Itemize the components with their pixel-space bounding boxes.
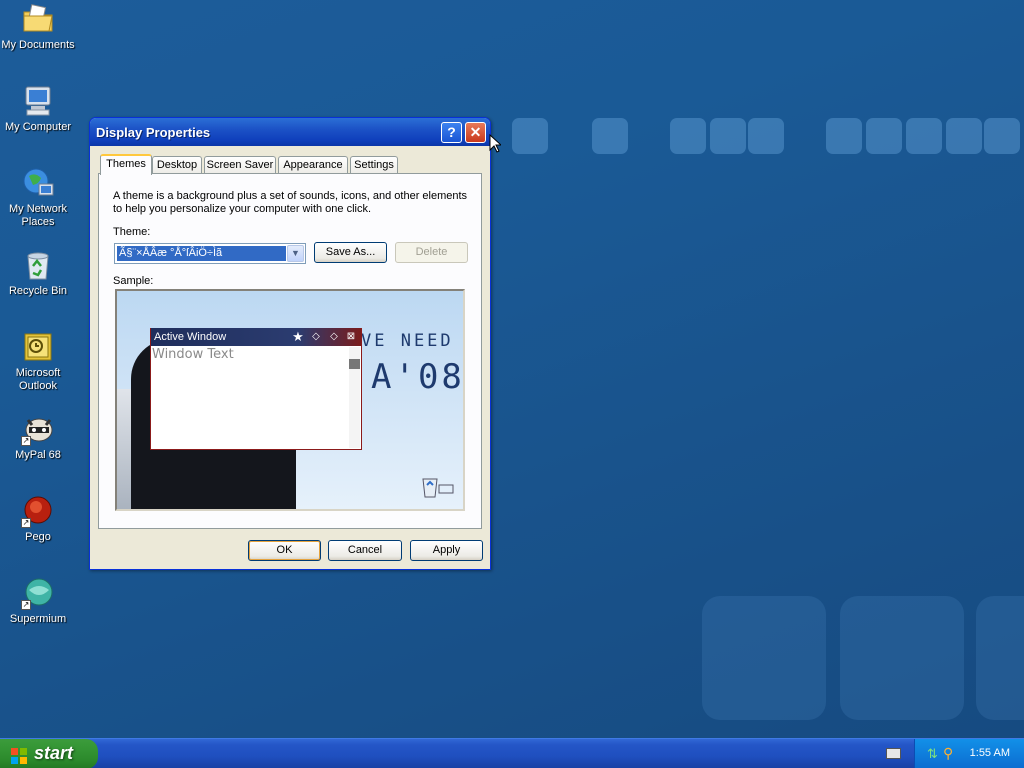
shortcut-arrow-icon: ↗ [21, 436, 31, 446]
star-icon: ★ [292, 329, 304, 344]
sample-scrollbar [349, 347, 360, 448]
dialog-body: Themes Desktop Screen Saver Appearance S… [93, 146, 487, 566]
desktop-icon-supermium[interactable]: ↗ Supermium [0, 576, 76, 626]
close-button[interactable]: ✕ [465, 122, 486, 143]
sample-window-text: Window Text [152, 347, 234, 362]
desktop-icon-label: My Network Places [8, 203, 68, 228]
tab-themes[interactable]: Themes [100, 154, 152, 175]
tab-appearance[interactable]: Appearance [278, 156, 348, 174]
tab-screen-saver[interactable]: Screen Saver [204, 156, 276, 174]
sample-window-titlebar: Active Window ★ ◇ ◇ ⊠ [151, 328, 361, 346]
themes-tab-panel: A theme is a background plus a set of so… [98, 173, 482, 529]
theme-dropdown-value: Ã§¨×ÅÂæ °Å°ſÂiÖ÷Ìã [117, 246, 286, 261]
keyboard-layout-icon[interactable] [886, 748, 901, 759]
desktop-icon-label: Pego [25, 531, 51, 543]
shortcut-arrow-icon: ↗ [21, 518, 31, 528]
tab-settings[interactable]: Settings [350, 156, 398, 174]
desktop-icon-mypal[interactable]: ↗ MyPal 68 [0, 412, 76, 462]
display-properties-dialog: Display Properties ? ✕ Themes Desktop Sc… [89, 117, 491, 570]
shortcut-arrow-icon: ↗ [21, 600, 31, 610]
maximize-icon: ◇ [330, 331, 338, 342]
supermium-icon: ↗ [21, 576, 55, 610]
windows-flag-icon [10, 745, 28, 764]
search-tray-icon[interactable]: ⚲ [943, 745, 953, 762]
sample-scroll-thumb [349, 359, 360, 369]
desktop-icon-label: Supermium [9, 613, 67, 625]
taskbar: start ⇅ ⚲ 1:55 AM [0, 738, 1024, 768]
ok-button[interactable]: OK [248, 540, 321, 561]
pego-icon: ↗ [21, 494, 55, 528]
theme-description: A theme is a background plus a set of so… [113, 190, 468, 215]
sample-window-title: Active Window [154, 331, 227, 343]
network-tray-icon[interactable]: ⇅ [927, 746, 938, 762]
dialog-titlebar[interactable]: Display Properties ? ✕ [90, 118, 490, 146]
desktop-icon-label: Recycle Bin [8, 285, 68, 297]
system-tray: ⇅ ⚲ 1:55 AM [914, 739, 1024, 768]
sample-label: Sample: [113, 275, 154, 287]
chevron-down-icon[interactable]: ▼ [287, 245, 304, 262]
apply-button[interactable]: Apply [410, 540, 483, 561]
sample-poster-line1: VE NEED [361, 331, 454, 351]
desktop-icon-label: MyPal 68 [15, 449, 61, 461]
theme-label: Theme: [113, 226, 151, 238]
cancel-button[interactable]: Cancel [328, 540, 402, 561]
desktop-icon-microsoft-outlook[interactable]: Microsoft Outlook [0, 330, 76, 393]
start-button[interactable]: start [0, 739, 98, 768]
start-label: start [34, 743, 74, 763]
tab-desktop[interactable]: Desktop [152, 156, 202, 174]
sample-recycle-bin-icon [417, 473, 457, 501]
desktop-icon-pego[interactable]: ↗ Pego [0, 494, 76, 544]
desktop-icon-label: My Computer [4, 121, 72, 133]
sample-active-window: Active Window ★ ◇ ◇ ⊠ Window Text [150, 328, 362, 450]
desktop-icon-label: Microsoft Outlook [15, 367, 61, 392]
outlook-icon [21, 330, 55, 364]
close-icon: ⊠ [346, 331, 356, 342]
clock[interactable]: 1:55 AM [970, 747, 1010, 759]
desktop-icon-my-documents[interactable]: My Documents [0, 2, 76, 52]
sample-poster-line2: A'08 [371, 357, 465, 397]
minimize-icon: ◇ [312, 331, 320, 342]
save-as-button[interactable]: Save As... [314, 242, 387, 263]
dialog-title: Display Properties [96, 125, 211, 140]
help-button[interactable]: ? [441, 122, 462, 143]
desktop-icon-my-computer[interactable]: My Computer [0, 84, 76, 134]
network-places-icon [21, 166, 55, 200]
desktop-icon-label: My Documents [1, 39, 75, 51]
desktop-icon-my-network-places[interactable]: My Network Places [0, 166, 76, 229]
delete-button: Delete [395, 242, 468, 263]
mypal-icon: ↗ [21, 412, 55, 446]
computer-icon [21, 84, 55, 118]
desktop-icon-recycle-bin[interactable]: Recycle Bin [0, 248, 76, 298]
mouse-cursor-icon [489, 133, 503, 157]
theme-sample-preview: VE NEED A'08 Active Window ★ ◇ ◇ ⊠ Windo… [115, 289, 465, 511]
folder-documents-icon [21, 2, 55, 36]
recycle-bin-icon [21, 248, 55, 282]
theme-dropdown[interactable]: Ã§¨×ÅÂæ °Å°ſÂiÖ÷Ìã ▼ [114, 243, 306, 264]
